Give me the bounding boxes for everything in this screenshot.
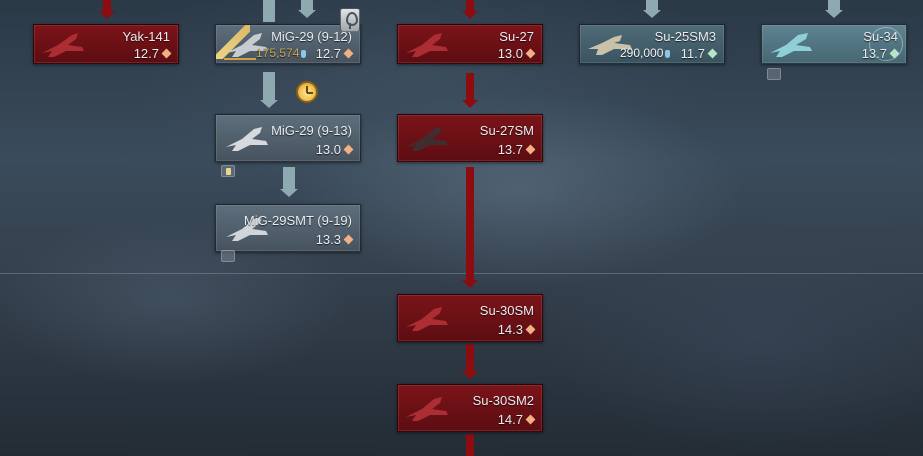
battle-rating: 14.3	[498, 322, 536, 337]
vehicle-name: Su-25SM3	[654, 29, 716, 44]
diamond-icon	[161, 48, 172, 59]
jet-icon	[406, 127, 448, 151]
vehicle-card-yak141[interactable]: Yak-141 12.7	[33, 24, 179, 64]
diamond-icon	[525, 414, 536, 425]
vehicle-name: Su-30SM	[479, 303, 534, 318]
diamond-icon	[707, 48, 718, 59]
vehicle-card-su27sm[interactable]: Su-27SM 13.7	[397, 114, 543, 162]
vehicle-name: MiG-29 (9-12)	[271, 29, 352, 44]
link-arrow-next	[462, 434, 478, 456]
vehicle-card-su30sm[interactable]: Su-30SM 14.3	[397, 294, 543, 342]
vehicle-name: Su-27	[499, 29, 534, 44]
jet-icon	[226, 127, 268, 151]
link-arrow-su27sm	[462, 73, 478, 109]
link-arrow-mig29-912-a	[260, 0, 278, 22]
diamond-icon	[525, 48, 536, 59]
link-arrow-mig29-913	[260, 72, 278, 110]
battle-rating: 13.0	[316, 142, 354, 157]
battle-rating: 11.7	[681, 46, 718, 61]
diamond-icon	[889, 48, 900, 59]
timer-clock-icon	[296, 81, 318, 103]
battle-rating: 13.7	[862, 46, 900, 61]
vehicle-card-mig29smt[interactable]: MiG-29SMT (9-19) 13.3	[215, 204, 361, 252]
battle-rating: 14.7	[498, 412, 536, 427]
crew-slot-icon	[221, 250, 235, 262]
vehicle-card-su34[interactable]: Su-34 13.7	[761, 24, 907, 64]
link-arrow-su30sm	[462, 167, 478, 289]
battle-rating: 12.7	[316, 46, 354, 61]
vehicle-name: MiG-29SMT (9-19)	[243, 213, 352, 228]
rp-drop-icon	[301, 50, 307, 58]
jet-icon	[406, 307, 448, 331]
crew-slot-icon	[767, 68, 781, 80]
diamond-icon	[343, 234, 354, 245]
crew-slot-icon	[221, 165, 235, 177]
battle-rating: 13.0	[498, 46, 536, 61]
tech-tree-area: Yak-141 12.7 MiG-29 (9-12) 175,574 12.7 …	[0, 0, 923, 456]
diamond-icon	[343, 144, 354, 155]
vehicle-name: MiG-29 (9-13)	[271, 123, 352, 138]
jet-icon	[770, 33, 812, 57]
battle-rating: 12.7	[134, 46, 172, 61]
vehicle-card-su30sm2[interactable]: Su-30SM2 14.7	[397, 384, 543, 432]
link-arrow-su34	[825, 0, 843, 20]
battle-rating: 13.3	[316, 232, 354, 247]
vehicle-name: Su-34	[863, 29, 898, 44]
vehicle-name: Su-30SM2	[472, 393, 534, 408]
research-progress-bar	[224, 58, 256, 60]
vehicle-name: Su-27SM	[479, 123, 534, 138]
vehicle-name: Yak-141	[122, 29, 170, 44]
jet-icon	[42, 33, 84, 57]
diamond-icon	[525, 144, 536, 155]
link-arrow-yak141	[99, 0, 115, 20]
research-cost: 175,574	[256, 46, 307, 60]
link-arrow-mig29-912-b	[298, 0, 316, 20]
vehicle-card-su27[interactable]: Su-27 13.0	[397, 24, 543, 64]
jet-icon	[406, 397, 448, 421]
diamond-icon	[525, 324, 536, 335]
vehicle-card-mig29-912[interactable]: MiG-29 (9-12) 175,574 12.7	[215, 24, 361, 64]
pin-icon[interactable]	[340, 8, 360, 32]
link-arrow-su27	[462, 0, 478, 20]
link-arrow-su25sm3	[643, 0, 661, 20]
research-cost: 290,000	[620, 46, 671, 60]
vehicle-card-mig29-913[interactable]: MiG-29 (9-13) 13.0	[215, 114, 361, 162]
battle-rating: 13.7	[498, 142, 536, 157]
jet-icon	[406, 33, 448, 57]
rp-drop-icon	[665, 50, 671, 58]
link-arrow-su30sm2	[462, 344, 478, 380]
diamond-icon	[343, 48, 354, 59]
vehicle-card-su25sm3[interactable]: Su-25SM3 290,000 11.7	[579, 24, 725, 64]
link-arrow-mig29smt	[280, 167, 298, 199]
